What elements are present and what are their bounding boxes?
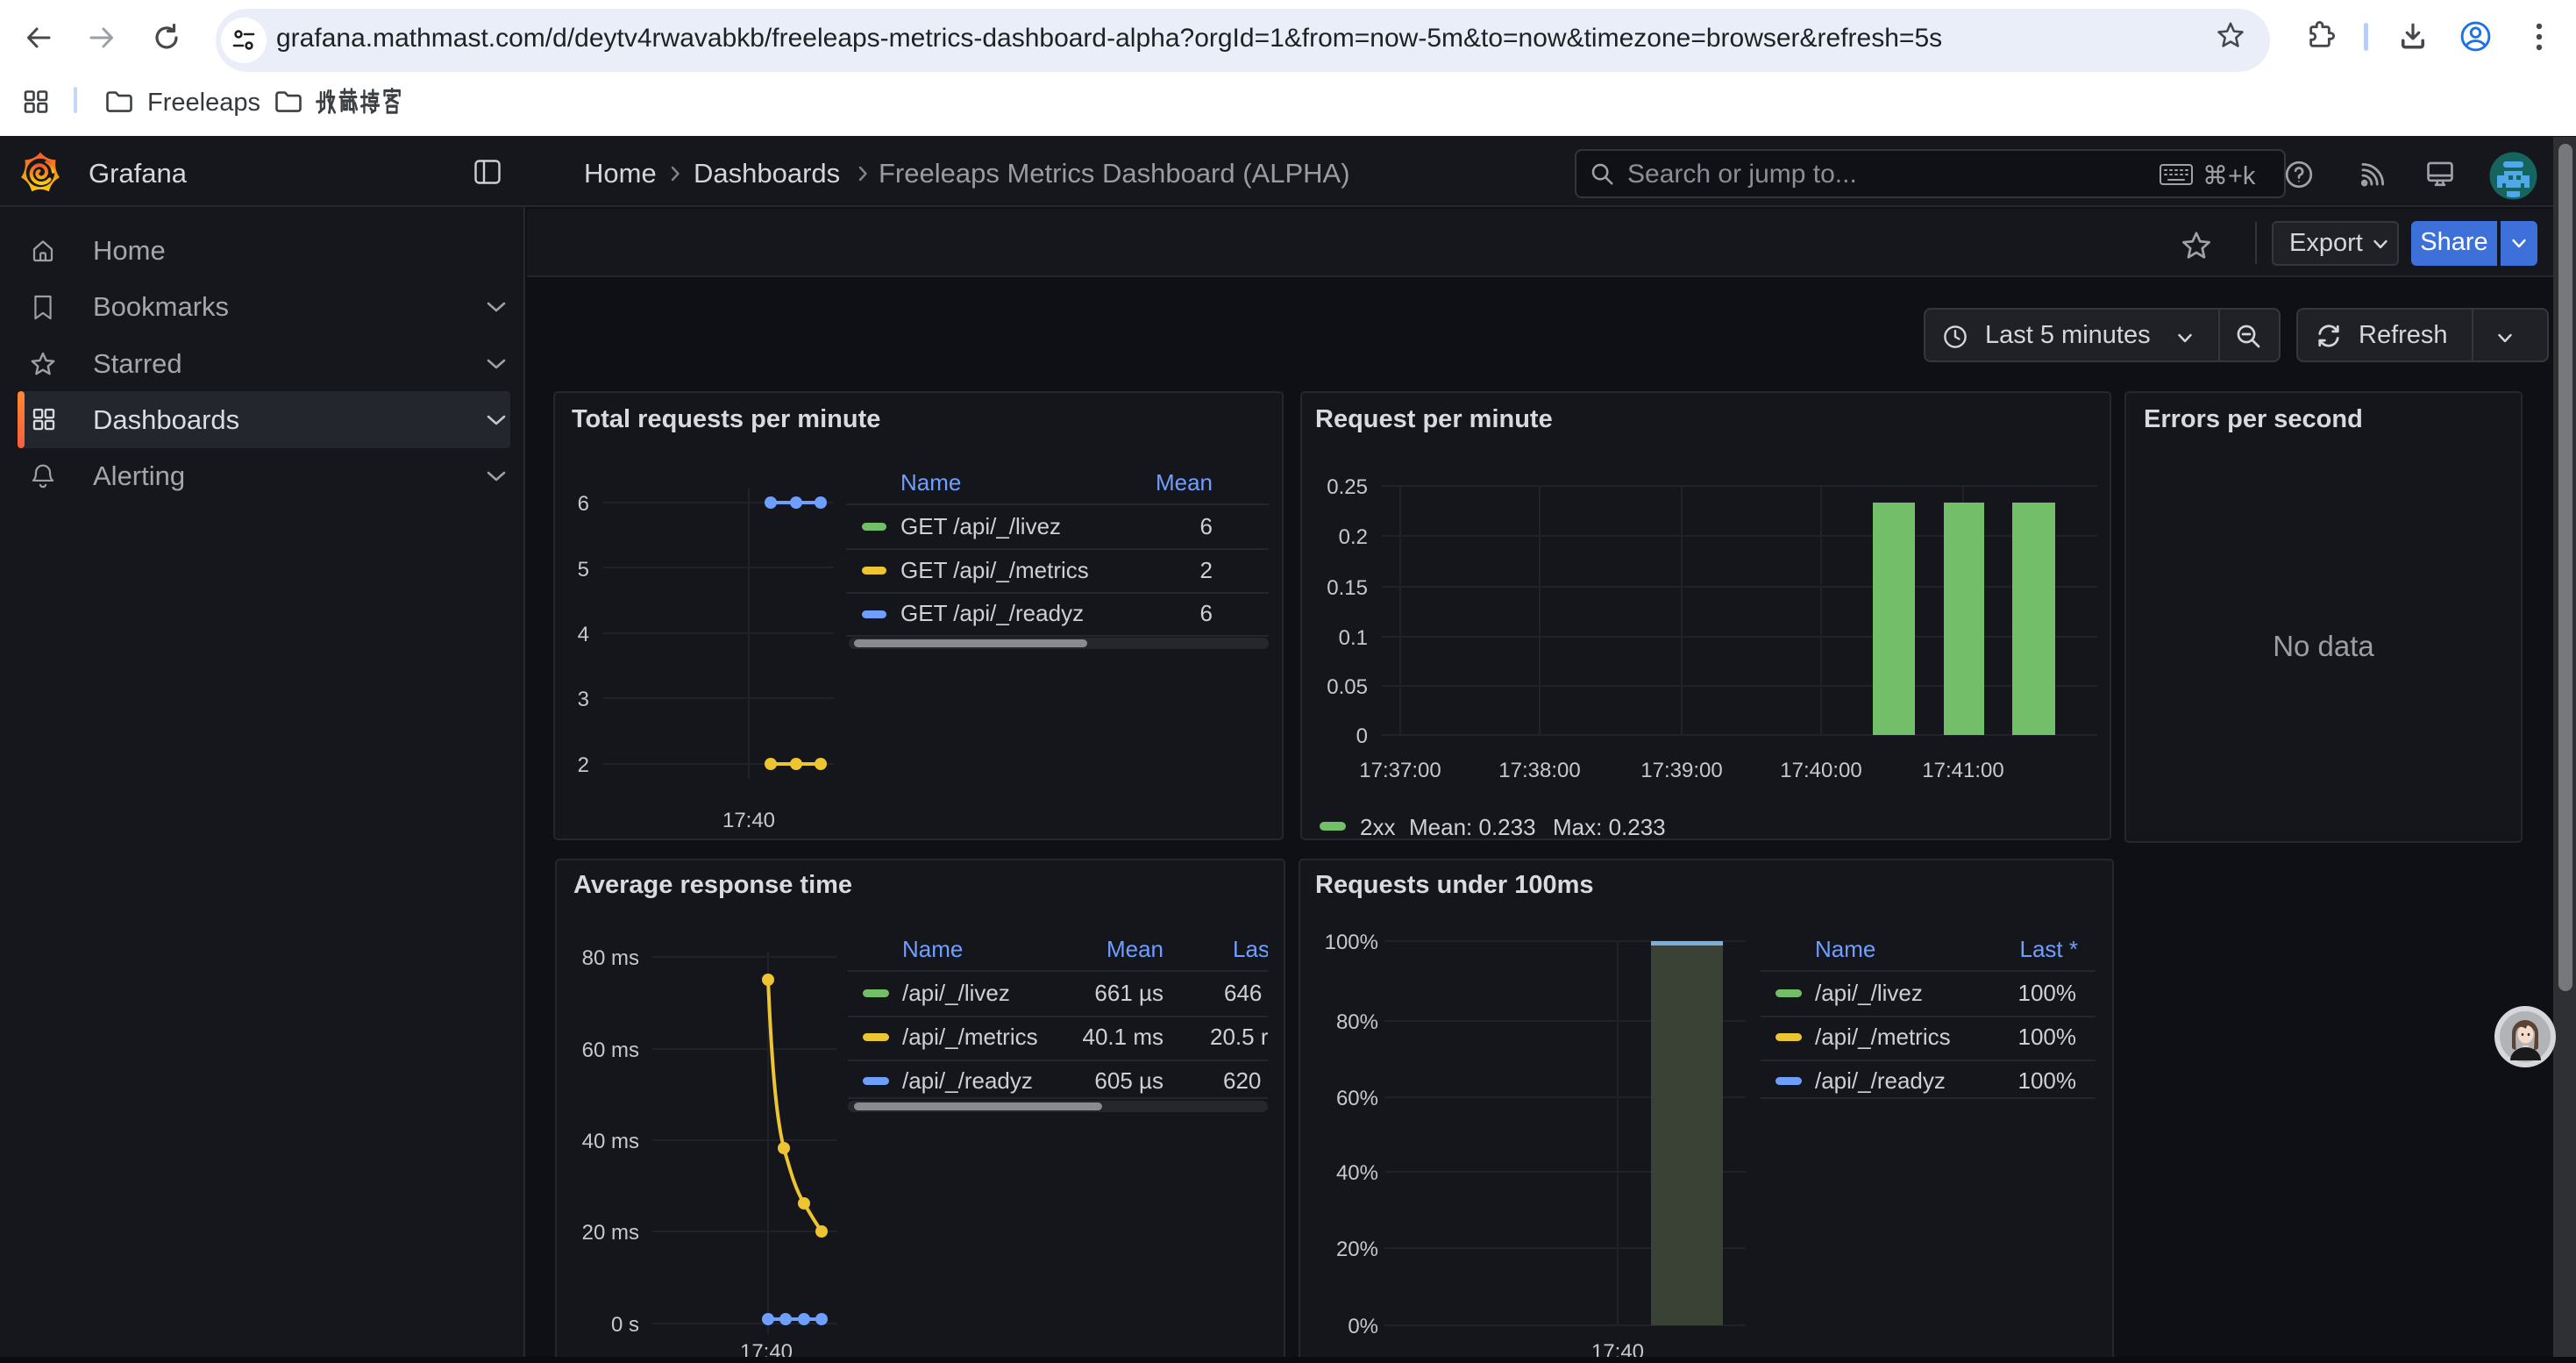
svg-text:Name: Name [900, 469, 961, 496]
svg-text:/api/_/livez: /api/_/livez [902, 980, 1010, 1006]
svg-text:40 ms: 40 ms [582, 1130, 639, 1153]
svg-text:6: 6 [1200, 513, 1213, 539]
svg-text:100%: 100% [1325, 931, 1378, 954]
svg-text:GET /api/_/livez: GET /api/_/livez [900, 513, 1061, 539]
svg-text:Mean: 0.233: Mean: 0.233 [1409, 814, 1536, 840]
svg-text:80 ms: 80 ms [582, 946, 639, 970]
svg-text:0.15: 0.15 [1327, 576, 1368, 600]
svg-text:60 ms: 60 ms [582, 1038, 639, 1062]
svg-text:Request per minute: Request per minute [1315, 405, 1553, 433]
svg-text:0.05: 0.05 [1327, 675, 1368, 699]
svg-text:5: 5 [578, 558, 589, 582]
svg-text:20.5 r: 20.5 r [1210, 1024, 1269, 1050]
svg-text:4: 4 [578, 623, 589, 646]
svg-text:6: 6 [578, 492, 589, 516]
svg-text:661 µs: 661 µs [1094, 980, 1163, 1006]
svg-text:0 s: 0 s [611, 1313, 639, 1337]
svg-text:/api/_/readyz: /api/_/readyz [1815, 1067, 1946, 1094]
svg-text:17:40: 17:40 [722, 809, 775, 832]
svg-text:No data: No data [2273, 630, 2374, 662]
svg-text:GET /api/_/readyz: GET /api/_/readyz [900, 600, 1084, 626]
svg-text:Max: 0.233: Max: 0.233 [1553, 814, 1666, 840]
svg-text:17:40:00: 17:40:00 [1780, 759, 1861, 782]
svg-text:100%: 100% [2018, 1024, 2077, 1050]
svg-text:/api/_/metrics: /api/_/metrics [902, 1024, 1038, 1050]
svg-text:GET /api/_/metrics: GET /api/_/metrics [900, 557, 1089, 583]
svg-text:620: 620 [1223, 1067, 1261, 1094]
svg-text:40%: 40% [1336, 1161, 1378, 1185]
svg-text:/api/_/readyz: /api/_/readyz [902, 1067, 1033, 1094]
svg-text:Mean: Mean [1156, 469, 1213, 496]
svg-text:0.2: 0.2 [1339, 525, 1368, 549]
svg-text:100%: 100% [2018, 980, 2077, 1006]
svg-text:20 ms: 20 ms [582, 1221, 639, 1245]
svg-text:Requests under 100ms: Requests under 100ms [1315, 871, 1594, 899]
svg-text:80%: 80% [1336, 1010, 1378, 1034]
svg-text:605 µs: 605 µs [1094, 1067, 1163, 1094]
svg-text:0%: 0% [1348, 1315, 1378, 1338]
svg-text:Total requests per minute: Total requests per minute [572, 405, 880, 433]
svg-text:3: 3 [578, 688, 589, 711]
svg-text:100%: 100% [2018, 1067, 2077, 1094]
svg-text:0: 0 [1356, 724, 1368, 748]
svg-text:Name: Name [902, 936, 963, 962]
svg-text:60%: 60% [1336, 1087, 1378, 1110]
svg-text:Errors per second: Errors per second [2144, 405, 2363, 433]
svg-text:Mean: Mean [1107, 936, 1163, 962]
svg-text:Name: Name [1815, 936, 1875, 962]
svg-text:20%: 20% [1336, 1238, 1378, 1261]
svg-text:17:37:00: 17:37:00 [1359, 759, 1441, 782]
svg-text:0.1: 0.1 [1339, 626, 1368, 650]
svg-text:0.25: 0.25 [1327, 475, 1368, 499]
svg-text:17:38:00: 17:38:00 [1498, 759, 1580, 782]
svg-text:17:39:00: 17:39:00 [1640, 759, 1722, 782]
svg-text:6: 6 [1200, 600, 1213, 626]
svg-text:/api/_/metrics: /api/_/metrics [1815, 1024, 1951, 1050]
svg-text:2: 2 [578, 753, 589, 777]
svg-text:17:41:00: 17:41:00 [1922, 759, 2003, 782]
svg-text:Average response time: Average response time [573, 871, 852, 899]
svg-text:Last *: Last * [2020, 936, 2079, 962]
svg-text:2: 2 [1200, 557, 1213, 583]
svg-text:/api/_/livez: /api/_/livez [1815, 980, 1923, 1006]
svg-text:646: 646 [1224, 980, 1262, 1006]
svg-text:2xx: 2xx [1360, 814, 1395, 840]
svg-text:40.1 ms: 40.1 ms [1083, 1024, 1164, 1050]
